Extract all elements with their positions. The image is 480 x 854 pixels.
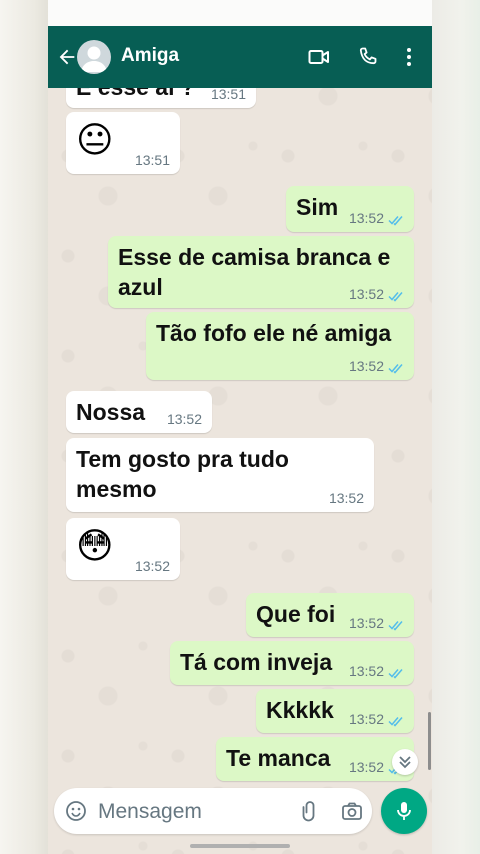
left-background: [0, 0, 48, 854]
message-time: 13:52: [348, 210, 384, 226]
chat-screen: Amiga E esse aí ? 13:51 😐 13:51 Sim 13:5…: [48, 26, 432, 854]
voice-call-icon[interactable]: [356, 45, 380, 69]
emoji-icon[interactable]: [64, 799, 88, 823]
message-time: 13:52: [348, 615, 384, 631]
status-area: [0, 0, 480, 26]
message-time: 13:52: [134, 558, 170, 574]
read-ticks-icon: [388, 669, 403, 679]
message-time: 13:52: [348, 663, 384, 679]
right-background: [432, 0, 480, 854]
message-outgoing[interactable]: Sim 13:52: [286, 186, 414, 232]
message-incoming[interactable]: Tem gosto pra tudo mesmo 13:52: [66, 438, 374, 512]
read-ticks-icon: [388, 717, 403, 727]
read-ticks-icon: [388, 292, 403, 302]
message-time: 13:52: [348, 358, 384, 374]
message-outgoing[interactable]: Tá com inveja 13:52: [170, 641, 414, 685]
microphone-icon: [397, 802, 411, 820]
message-time: 13:52: [348, 286, 384, 302]
message-outgoing[interactable]: Te manca 13:52: [216, 737, 414, 781]
message-incoming[interactable]: 😳 13:52: [66, 518, 180, 580]
attachment-icon[interactable]: [298, 799, 322, 823]
read-ticks-icon: [388, 216, 403, 226]
message-time: 13:51: [134, 152, 170, 168]
chat-header: Amiga: [48, 26, 432, 88]
chevron-double-down-icon: [399, 756, 411, 769]
message-text: Tem gosto pra tudo mesmo: [76, 446, 289, 502]
scrollbar[interactable]: [428, 712, 431, 770]
read-ticks-icon: [388, 621, 403, 631]
more-options-icon[interactable]: [397, 45, 421, 69]
message-outgoing[interactable]: Kkkkk 13:52: [256, 689, 414, 733]
message-time: 13:52: [328, 490, 364, 506]
message-input[interactable]: Mensagem: [98, 800, 202, 824]
avatar[interactable]: [77, 40, 111, 74]
read-ticks-icon: [388, 364, 403, 374]
camera-icon[interactable]: [340, 799, 364, 823]
home-indicator: [190, 844, 290, 848]
message-time: 13:52: [348, 759, 384, 775]
video-call-icon[interactable]: [307, 45, 331, 69]
voice-message-button[interactable]: [381, 788, 427, 834]
message-text: Tão fofo ele né amiga: [156, 320, 392, 346]
message-list[interactable]: E esse aí ? 13:51 😐 13:51 Sim 13:52 Esse…: [48, 66, 432, 788]
message-time: 13:52: [348, 711, 384, 727]
back-arrow-icon[interactable]: [56, 46, 78, 68]
message-incoming[interactable]: Nossa 13:52: [66, 391, 212, 433]
message-outgoing[interactable]: Tão fofo ele né amiga 13:52: [146, 312, 414, 380]
scroll-to-bottom-button[interactable]: [392, 749, 418, 775]
message-outgoing[interactable]: Que foi 13:52: [246, 593, 414, 637]
contact-name[interactable]: Amiga: [121, 45, 179, 67]
message-outgoing[interactable]: Esse de camisa branca e azul 13:52: [108, 236, 414, 308]
message-time: 13:52: [166, 411, 202, 427]
message-composer[interactable]: Mensagem: [54, 788, 372, 834]
message-time: 13:51: [210, 86, 246, 102]
message-incoming[interactable]: 😐 13:51: [66, 112, 180, 174]
